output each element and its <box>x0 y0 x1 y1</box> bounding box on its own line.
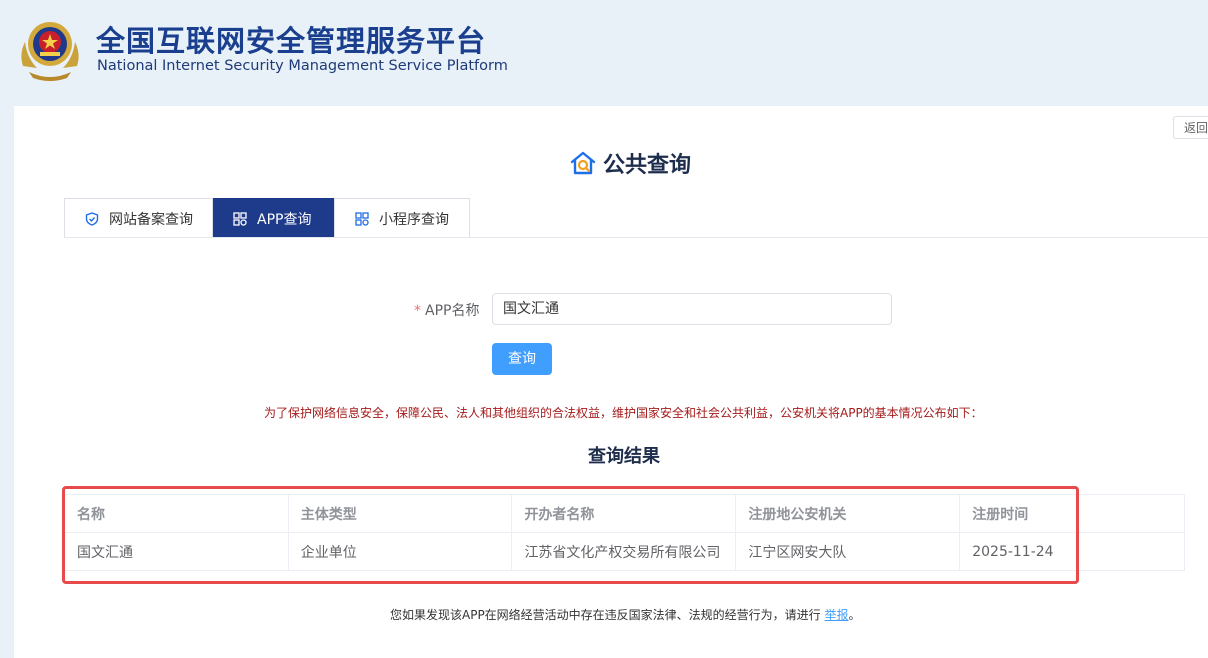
grid-icon <box>355 211 369 226</box>
app-name-input[interactable]: 国文汇通 <box>492 293 892 325</box>
shield-icon <box>85 211 99 226</box>
section-title: 公共查询 <box>603 153 692 178</box>
app-name-label: * APP名称 <box>414 300 479 320</box>
police-emblem-icon <box>21 22 79 81</box>
site-title-cn: 全国互联网安全管理服务平台 <box>96 24 487 58</box>
tab-label: 网站备案查询 <box>109 211 193 228</box>
grid-icon <box>233 211 247 226</box>
tab-website-filing[interactable]: 网站备案查询 <box>64 198 213 238</box>
report-note: 您如果发现该APP在网络经营活动中存在违反国家法律、法规的经营行为，请进行 举报… <box>390 606 861 623</box>
section-heading: 公共查询 <box>569 148 691 178</box>
results-title: 查询结果 <box>588 446 660 467</box>
back-button[interactable]: 返回 <box>1173 116 1208 139</box>
tab-label: 小程序查询 <box>379 211 449 228</box>
query-button[interactable]: 查询 <box>492 343 552 375</box>
report-link[interactable]: 举报 <box>825 608 849 622</box>
main-panel: 返回 公共查询 网站备案查询 APP查询 小程序查询 * APP名称 国文汇通 … <box>14 106 1208 658</box>
report-note-text: 您如果发现该APP在网络经营活动中存在违反国家法律、法规的经营行为，请进行 <box>390 608 825 622</box>
required-mark: * <box>414 303 421 319</box>
notice-text: 为了保护网络信息安全，保障公民、法人和其他组织的合法权益，维护国家安全和社会公共… <box>264 406 983 420</box>
tab-label: APP查询 <box>257 211 312 228</box>
site-title-en: National Internet Security Management Se… <box>97 58 508 74</box>
query-tabs: 网站备案查询 APP查询 小程序查询 <box>64 198 470 238</box>
report-note-end: 。 <box>848 608 861 622</box>
home-search-icon <box>570 151 596 175</box>
tab-divider <box>64 237 1208 238</box>
tab-mini-program[interactable]: 小程序查询 <box>334 198 470 238</box>
site-header: 全国互联网安全管理服务平台 National Internet Security… <box>0 0 1208 106</box>
tab-app-query[interactable]: APP查询 <box>213 198 334 238</box>
app-name-label-text: APP名称 <box>425 303 480 319</box>
highlight-annotation <box>62 486 1079 584</box>
